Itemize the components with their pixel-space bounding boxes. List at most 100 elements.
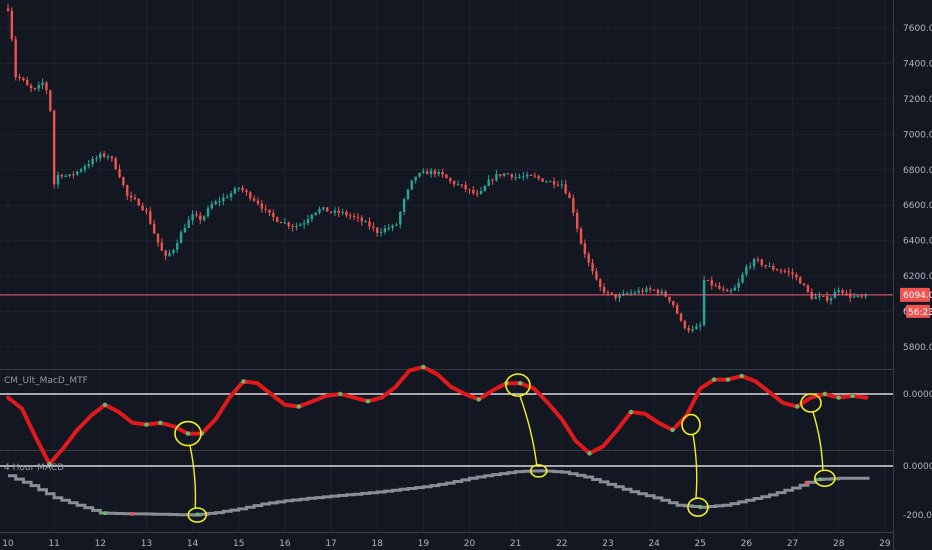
candle-body — [745, 266, 748, 275]
signal-marker — [725, 377, 731, 382]
date-tick-label: 26 — [741, 539, 753, 549]
candle[interactable] — [410, 180, 414, 191]
signal-marker — [158, 420, 163, 425]
candle-body — [395, 224, 398, 226]
candle-body — [337, 210, 340, 213]
signal-marker — [144, 422, 149, 427]
candle-body — [756, 259, 760, 261]
candle[interactable] — [10, 7, 14, 42]
candle-body — [164, 250, 167, 256]
trading-chart[interactable]: 7600.00 7400.00 7200.00 7000.00 6800.00 6600.… — [0, 0, 932, 550]
candle-body — [137, 199, 140, 206]
candle-body — [106, 156, 110, 158]
candle[interactable] — [137, 197, 140, 206]
date-tick-label: 19 — [418, 539, 430, 549]
signal-marker — [241, 379, 246, 384]
candle-body — [691, 329, 694, 331]
candle-body — [156, 233, 160, 243]
candle-body — [799, 277, 802, 284]
price-tick-label: 7200.00 — [903, 95, 932, 105]
candle-body — [656, 289, 660, 294]
candle-body — [122, 177, 125, 186]
candle-body — [860, 295, 863, 297]
oscillator-title: CM_Ult_MacD_MTF — [4, 376, 88, 386]
candle-body — [822, 295, 825, 297]
candle-body — [472, 189, 475, 194]
candle-body — [306, 219, 310, 224]
candle-body — [525, 174, 529, 177]
candle[interactable] — [483, 185, 487, 192]
candle[interactable] — [706, 279, 710, 282]
candle-body — [687, 327, 690, 331]
candle[interactable] — [326, 207, 329, 212]
candle-body — [702, 280, 706, 326]
candle-body — [441, 171, 444, 175]
date-tick-label: 27 — [787, 539, 798, 549]
candle-body — [222, 197, 225, 202]
candle[interactable] — [114, 156, 117, 170]
candle-body — [587, 254, 590, 263]
candle-body — [249, 192, 252, 199]
candle-body — [256, 200, 260, 204]
candle[interactable] — [541, 178, 544, 183]
candle-body — [514, 177, 517, 179]
candle-body — [483, 185, 487, 192]
candle-body — [445, 174, 448, 179]
candle-body — [652, 289, 656, 291]
candle-body — [29, 85, 33, 89]
candle[interactable] — [52, 109, 56, 189]
candle-body — [179, 232, 183, 244]
candle-body — [333, 210, 337, 213]
date-tick-label: 15 — [233, 539, 244, 549]
candle-body — [187, 220, 190, 228]
candle-body — [649, 288, 652, 290]
candle-body — [479, 191, 483, 194]
candle-body — [556, 184, 560, 186]
candle-body — [864, 295, 867, 297]
candle-body — [506, 173, 510, 175]
date-tick-label: 12 — [95, 539, 106, 549]
candle-body — [291, 225, 294, 227]
candle[interactable] — [14, 35, 17, 81]
candle-body — [14, 39, 17, 77]
candle-body — [414, 176, 417, 181]
candle-body — [245, 190, 248, 193]
candle[interactable] — [702, 275, 706, 327]
candle[interactable] — [276, 216, 279, 223]
candle-body — [572, 198, 575, 213]
candle-body — [118, 169, 121, 178]
candle[interactable] — [679, 312, 683, 323]
candle-body — [837, 290, 840, 293]
candle-body — [283, 222, 287, 224]
candle-body — [849, 293, 852, 298]
candle-body — [260, 203, 264, 209]
macd-tick-label: 0.0000 — [903, 462, 932, 472]
candle-body — [202, 216, 206, 220]
candle[interactable] — [49, 89, 52, 113]
candle-body — [825, 296, 829, 301]
candle-body — [737, 282, 740, 288]
candle-body — [637, 290, 640, 293]
candle-body — [633, 292, 637, 294]
candle-body — [402, 199, 406, 212]
candle-body — [591, 262, 594, 272]
candle[interactable] — [406, 188, 410, 201]
date-tick-label: 10 — [2, 539, 14, 549]
current-price-badge: 6094.03 — [900, 287, 932, 302]
candle[interactable] — [806, 284, 810, 294]
date-tick-label: 24 — [648, 539, 660, 549]
signal-marker — [670, 427, 675, 433]
signal-marker — [296, 404, 301, 409]
candle-body — [668, 296, 671, 302]
candle[interactable] — [579, 226, 583, 245]
signal-marker — [185, 431, 191, 436]
candle-body — [429, 170, 433, 175]
candle-body — [791, 272, 794, 275]
date-tick-label: 21 — [510, 539, 521, 549]
candle-body — [760, 259, 763, 265]
price-tick-label: 7000.00 — [903, 130, 932, 140]
candle-body — [679, 313, 683, 321]
candle[interactable] — [445, 174, 448, 179]
cross-marker — [195, 512, 200, 517]
candle-body — [579, 228, 583, 244]
